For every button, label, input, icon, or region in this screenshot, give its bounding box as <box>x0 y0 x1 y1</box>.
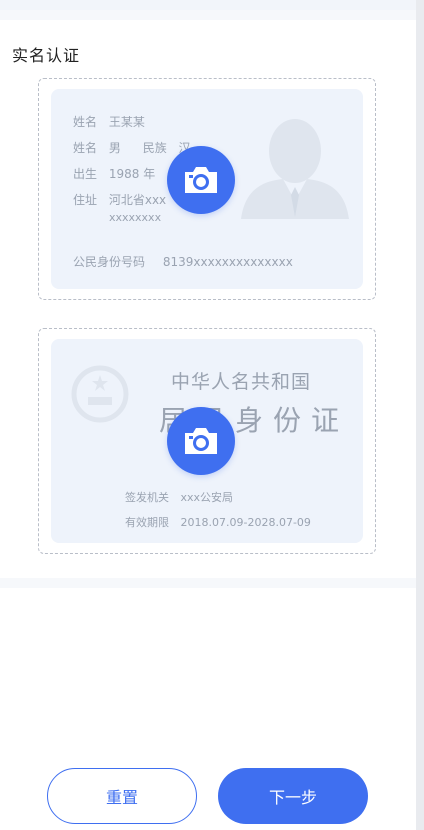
camera-icon <box>185 428 217 454</box>
address-value-2: xxxxxxxx <box>109 211 162 224</box>
issuer-label: 签发机关 <box>125 491 169 504</box>
gender-label: 姓名 <box>73 141 98 155</box>
address-row-2: xxxxxxxx <box>109 211 161 224</box>
ethnic-label: 民族 <box>142 141 167 155</box>
validity-label: 有效期限 <box>125 516 169 529</box>
address-row: 住址 河北省xxx <box>73 191 166 208</box>
id-back-title: 中华人名共和国 <box>171 371 312 393</box>
address-label: 住址 <box>73 193 98 207</box>
camera-icon <box>185 167 217 193</box>
address-value-1: 河北省xxx <box>108 193 167 207</box>
birth-row: 出生 1988 年 <box>73 165 155 182</box>
name-row: 姓名 王某某 <box>73 113 145 130</box>
gender-ethnic-row: 姓名 男 民族 汉 <box>73 139 191 156</box>
top-strip <box>0 0 416 10</box>
validity-row: 有效期限 2018.07.09-2028.07-09 <box>125 514 311 530</box>
person-silhouette-icon <box>241 119 349 219</box>
issuer-row: 签发机关 xxx公安局 <box>125 489 233 505</box>
gender-value: 男 <box>108 141 121 155</box>
name-label: 姓名 <box>73 115 98 129</box>
reset-button[interactable]: 重置 <box>47 768 197 824</box>
idno-value: 8139xxxxxxxxxxxxxx <box>162 255 293 269</box>
scrollbar-track[interactable] <box>416 0 424 830</box>
next-step-button[interactable]: 下一步 <box>218 768 368 824</box>
idno-label: 公民身份号码 <box>73 255 146 269</box>
birth-value: 1988 年 <box>108 167 156 181</box>
birth-label: 出生 <box>73 167 98 181</box>
page-title: 实名认证 <box>12 46 81 65</box>
validity-value: 2018.07.09-2028.07-09 <box>180 516 311 529</box>
idno-row: 公民身份号码 8139xxxxxxxxxxxxxx <box>73 253 293 270</box>
name-value: 王某某 <box>108 115 145 129</box>
issuer-value: xxx公安局 <box>180 491 234 504</box>
front-camera-button[interactable] <box>167 146 235 214</box>
national-emblem-icon <box>71 365 129 423</box>
back-camera-button[interactable] <box>167 407 235 475</box>
